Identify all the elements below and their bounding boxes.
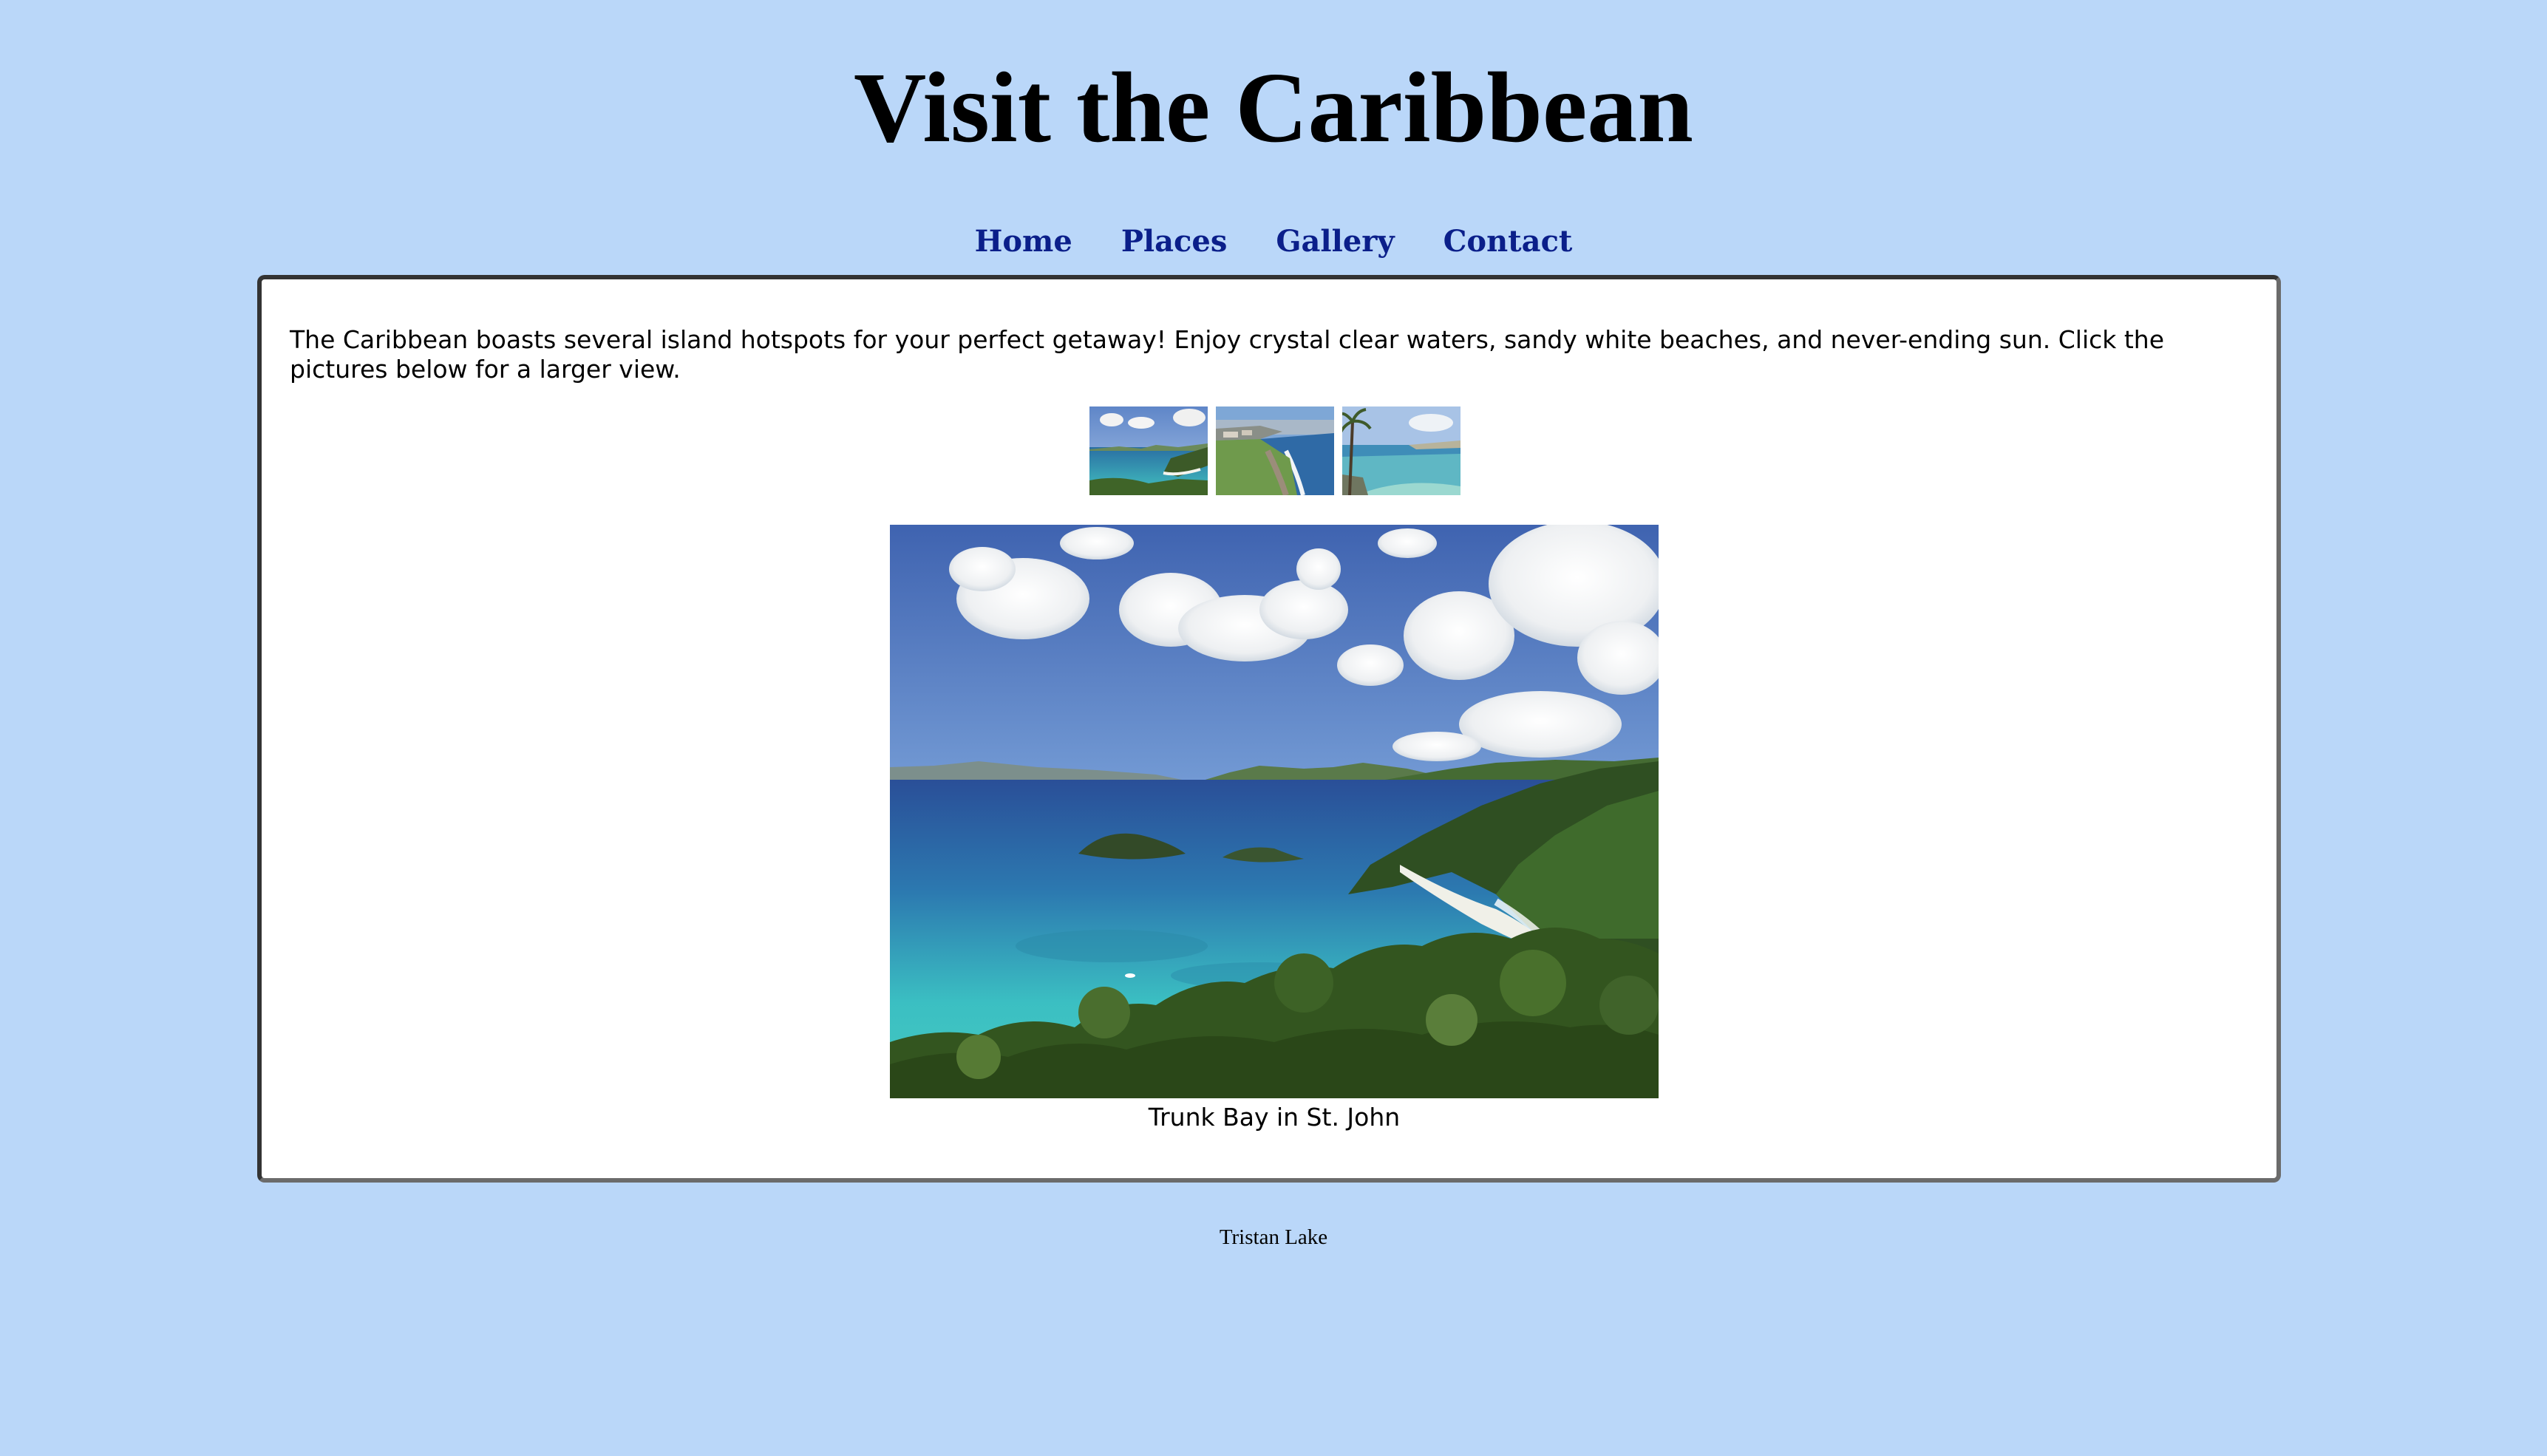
nav-link-home[interactable]: Home bbox=[975, 224, 1072, 259]
thumbnail-palm-beach[interactable] bbox=[1342, 406, 1460, 495]
beach-bay-image bbox=[1089, 406, 1208, 495]
coastline-image bbox=[1216, 406, 1334, 495]
nav-link-gallery[interactable]: Gallery bbox=[1276, 224, 1394, 259]
trunk-bay-photo bbox=[890, 525, 1659, 1098]
nav-link-contact[interactable]: Contact bbox=[1443, 224, 1573, 259]
footer-author: Tristan Lake bbox=[1219, 1225, 1328, 1249]
main-nav: Home Places Gallery Contact bbox=[0, 219, 2547, 263]
main-photo-trunk-bay bbox=[890, 525, 1659, 1098]
nav-link-places[interactable]: Places bbox=[1121, 224, 1228, 259]
photo-caption: Trunk Bay in St. John bbox=[1148, 1103, 1401, 1132]
content-panel: The Caribbean boasts several island hots… bbox=[257, 275, 2281, 1183]
palm-beach-image bbox=[1342, 406, 1460, 495]
thumbnail-coastline[interactable] bbox=[1216, 406, 1334, 495]
page-title: Visit the Caribbean bbox=[854, 52, 1693, 163]
thumbnail-trunk-bay[interactable] bbox=[1089, 406, 1208, 495]
intro-text: The Caribbean boasts several island hots… bbox=[290, 325, 2165, 384]
